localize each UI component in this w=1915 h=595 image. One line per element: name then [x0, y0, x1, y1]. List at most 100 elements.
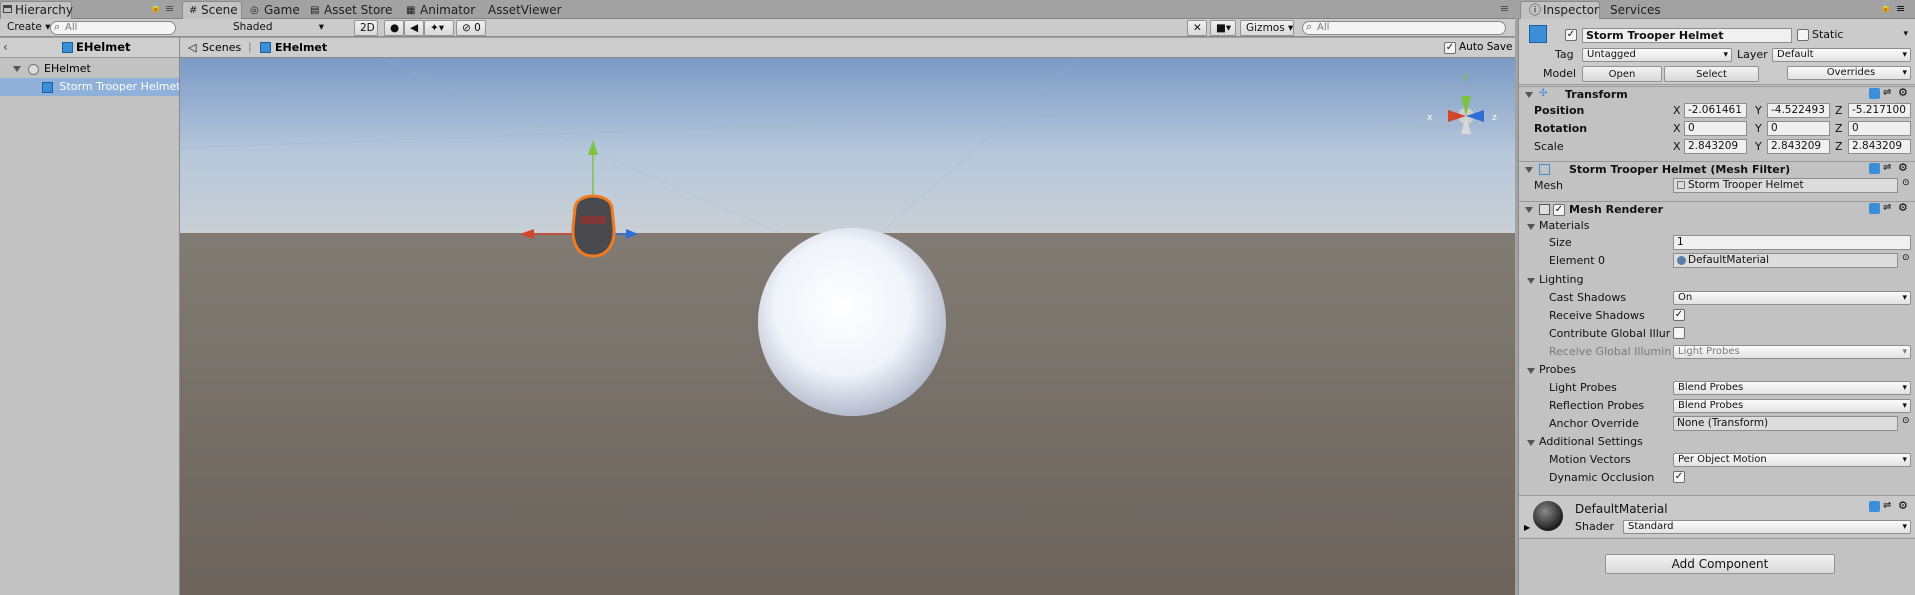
collapse-triangle-icon[interactable] — [1525, 167, 1533, 173]
back-arrow-icon[interactable]: ‹ — [3, 40, 8, 54]
help-icon[interactable] — [1869, 203, 1880, 214]
light-probes-dropdown[interactable]: Blend Probes — [1673, 381, 1911, 395]
mesh-renderer-enabled-checkbox[interactable]: ✓ — [1553, 204, 1565, 216]
static-checkbox[interactable] — [1797, 29, 1809, 41]
menu-icon[interactable]: ≡ — [1896, 2, 1905, 15]
audio-toggle-button[interactable]: ◀ — [404, 20, 424, 36]
anchor-override-field[interactable]: None (Transform) — [1673, 416, 1898, 431]
hierarchy-item-selected[interactable]: Storm Trooper Helmet — [0, 78, 179, 96]
probes-label[interactable]: Probes — [1539, 363, 1576, 376]
create-button[interactable]: Create ▾ — [2, 20, 52, 36]
additional-settings-label[interactable]: Additional Settings — [1539, 435, 1643, 448]
cast-shadows-dropdown[interactable]: On — [1673, 291, 1911, 305]
tab-inspector[interactable]: ⓘ Inspector — [1520, 1, 1600, 19]
object-picker-icon[interactable]: ⊙ — [1902, 253, 1910, 263]
help-icon[interactable] — [1869, 163, 1880, 174]
scene-search-input[interactable]: All — [1302, 21, 1506, 35]
dynamic-occlusion-checkbox[interactable]: ✓ — [1673, 471, 1685, 483]
preset-icon[interactable]: ⇌ — [1883, 500, 1891, 511]
collapse-triangle-icon[interactable] — [1525, 92, 1533, 98]
menu-icon[interactable]: ≡ — [1500, 2, 1509, 15]
gear-icon[interactable]: ⚙ — [1898, 86, 1908, 99]
rotation-x-field[interactable]: 0 — [1684, 121, 1747, 136]
hierarchy-search-input[interactable]: All — [50, 21, 176, 35]
motion-vectors-dropdown[interactable]: Per Object Motion — [1673, 453, 1911, 467]
expand-triangle-icon[interactable]: ▶ — [1524, 523, 1530, 532]
help-icon[interactable] — [1869, 501, 1880, 512]
tab-asset-store[interactable]: ▤ Asset Store — [304, 2, 400, 19]
materials-label[interactable]: Materials — [1539, 219, 1589, 232]
prefab-title: EHelmet — [76, 40, 131, 54]
mesh-renderer-header[interactable]: ✓ Mesh Renderer ⇌ ⚙ — [1519, 201, 1915, 217]
transform-header[interactable]: ✣ Transform ⇌ ⚙ — [1519, 86, 1915, 102]
reflection-probes-dropdown[interactable]: Blend Probes — [1673, 399, 1911, 413]
scale-z-field[interactable]: 2.843209 — [1848, 139, 1911, 154]
probes-fold-icon[interactable] — [1527, 368, 1535, 374]
scale-y-field[interactable]: 2.843209 — [1767, 139, 1830, 154]
gear-icon[interactable]: ⚙ — [1898, 201, 1908, 214]
mode-2d-button[interactable]: 2D — [354, 20, 378, 36]
layer-dropdown[interactable]: Default — [1772, 48, 1911, 62]
hidden-objects-button[interactable]: ⊘ 0 — [456, 20, 486, 36]
select-button[interactable]: Select — [1664, 66, 1759, 82]
element0-field[interactable]: DefaultMaterial — [1673, 253, 1898, 268]
gear-icon[interactable]: ⚙ — [1898, 499, 1908, 512]
preset-icon[interactable]: ⇌ — [1883, 87, 1891, 98]
static-dropdown[interactable] — [1899, 28, 1911, 42]
lighting-fold-icon[interactable] — [1527, 278, 1535, 284]
lock-icon[interactable]: 🔒 — [150, 3, 161, 13]
scene-viewport[interactable]: y x z — [180, 58, 1515, 595]
lock-icon[interactable]: 🔒 — [1880, 3, 1891, 13]
layer-label: Layer — [1737, 48, 1768, 61]
active-checkbox[interactable]: ✓ — [1565, 29, 1577, 41]
shading-dropdown[interactable]: Shaded ▾ — [228, 20, 328, 36]
mesh-field[interactable]: Storm Trooper Helmet — [1673, 178, 1898, 193]
gameobject-icon — [27, 63, 39, 75]
shader-dropdown[interactable]: Standard — [1623, 520, 1911, 534]
collapse-triangle-icon[interactable] — [1525, 207, 1533, 213]
add-component-button[interactable]: Add Component — [1605, 554, 1835, 574]
object-picker-icon[interactable]: ⊙ — [1902, 178, 1910, 188]
menu-icon[interactable]: ≡ — [165, 2, 174, 15]
rotation-y-field[interactable]: 0 — [1767, 121, 1830, 136]
object-name-field[interactable]: Storm Trooper Helmet — [1582, 28, 1792, 43]
auto-save-checkbox[interactable]: ✓ — [1444, 42, 1456, 54]
hierarchy-item-root[interactable]: EHelmet ◐ — [0, 60, 179, 78]
effects-dropdown-button[interactable]: ✦▾ — [424, 20, 454, 36]
lighting-toggle-button[interactable]: ● — [384, 20, 404, 36]
scene-canvas[interactable]: y x z — [180, 58, 1515, 595]
receive-gi-dropdown: Light Probes — [1673, 345, 1911, 359]
tab-scene[interactable]: # Scene — [182, 1, 242, 19]
lighting-label[interactable]: Lighting — [1539, 273, 1583, 286]
size-field[interactable]: 1 — [1673, 235, 1911, 250]
preset-icon[interactable]: ⇌ — [1883, 162, 1891, 173]
overrides-dropdown[interactable]: Overrides — [1787, 66, 1911, 80]
breadcrumb-scenes[interactable]: Scenes — [202, 41, 241, 54]
position-z-field[interactable]: -5.217100 — [1848, 103, 1911, 118]
contribute-gi-checkbox[interactable] — [1673, 327, 1685, 339]
gizmos-dropdown[interactable]: Gizmos ▾ — [1240, 20, 1294, 36]
receive-shadows-checkbox[interactable]: ✓ — [1673, 309, 1685, 321]
object-picker-icon[interactable]: ⊙ — [1902, 416, 1910, 426]
materials-fold-icon[interactable] — [1527, 224, 1535, 230]
open-button[interactable]: Open — [1582, 66, 1662, 82]
expand-triangle-icon[interactable] — [13, 66, 21, 72]
help-icon[interactable] — [1869, 88, 1880, 99]
position-x-field[interactable]: -2.061461 — [1684, 103, 1747, 118]
receive-shadows-label: Receive Shadows — [1549, 309, 1645, 322]
position-y-field[interactable]: -4.522493 — [1767, 103, 1830, 118]
tab-game[interactable]: ◎ Game — [244, 2, 308, 19]
preset-icon[interactable]: ⇌ — [1883, 202, 1891, 213]
rotation-z-field[interactable]: 0 — [1848, 121, 1911, 136]
tools-button[interactable]: ✕ — [1187, 20, 1207, 36]
breadcrumb-prefab[interactable]: EHelmet — [275, 41, 327, 54]
camera-dropdown[interactable]: ■▾ — [1210, 20, 1236, 36]
mesh-filter-header[interactable]: Storm Trooper Helmet (Mesh Filter) ⇌ ⚙ — [1519, 161, 1915, 177]
tag-dropdown[interactable]: Untagged — [1582, 48, 1732, 62]
gear-icon[interactable]: ⚙ — [1898, 161, 1908, 174]
tab-services[interactable]: Services — [1602, 2, 1669, 19]
tab-assetviewer[interactable]: AssetViewer — [480, 2, 570, 19]
scale-x-field[interactable]: 2.843209 — [1684, 139, 1747, 154]
additional-fold-icon[interactable] — [1527, 440, 1535, 446]
tab-animator[interactable]: ▦ Animator — [400, 2, 483, 19]
